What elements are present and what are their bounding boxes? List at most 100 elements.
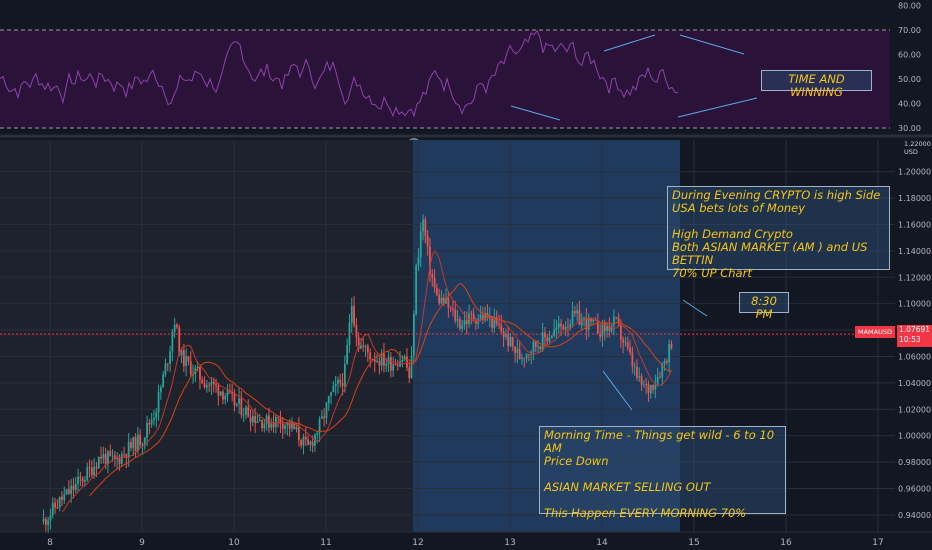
candle-body	[376, 360, 378, 362]
candle-body	[146, 422, 148, 438]
candle-body	[472, 314, 475, 320]
candle-body	[132, 437, 135, 448]
candle-body	[215, 384, 217, 386]
candle-body	[596, 320, 599, 334]
price-tick-label: 0.94000	[898, 511, 931, 520]
candle-body	[169, 351, 171, 364]
candle-body	[249, 417, 252, 423]
candle-body	[311, 441, 314, 446]
candle-body	[150, 419, 153, 425]
candle-body	[548, 337, 551, 342]
candle-body	[431, 273, 434, 278]
candle-body	[360, 345, 362, 349]
candle-body	[261, 419, 263, 429]
candle-body	[562, 326, 565, 330]
candle-body	[626, 342, 629, 348]
evening-note[interactable]: During Evening CRYPTO is high Side USA b…	[667, 186, 890, 280]
candle-body	[272, 423, 275, 428]
candle-body	[532, 341, 535, 353]
candle-body	[323, 416, 326, 419]
candle-body	[325, 402, 328, 419]
candle-body	[235, 403, 238, 406]
candle-body	[624, 342, 627, 344]
candle-body	[534, 341, 537, 348]
candle-body	[642, 384, 645, 385]
candle-body	[560, 323, 562, 327]
candle-body	[341, 382, 344, 387]
candle-body	[449, 307, 452, 309]
candle-body	[56, 507, 59, 509]
candle-body	[638, 376, 641, 378]
candle-body	[447, 298, 450, 308]
candle-body	[396, 365, 399, 367]
candle-body	[187, 356, 190, 362]
time-tick-label: 11	[320, 538, 331, 548]
candle-body	[567, 326, 569, 328]
candle-body	[104, 453, 107, 465]
candle-body	[51, 502, 54, 516]
candle-body	[454, 309, 457, 321]
price-tick-label: 1.14000	[898, 247, 931, 256]
candle-body	[461, 324, 464, 329]
candle-body	[61, 496, 63, 500]
candle-body	[65, 489, 68, 495]
candle-body	[240, 398, 243, 415]
candle-body	[238, 398, 240, 404]
candle-body	[636, 366, 638, 378]
oscillator-tick-label: 80.00	[898, 2, 921, 11]
oscillator-tick-label: 70.00	[898, 26, 921, 35]
time-label-note[interactable]: 8:30 PM	[739, 292, 789, 321]
candle-body	[95, 466, 98, 469]
candle-body	[569, 324, 572, 328]
oscillator-tick-label: 40.00	[898, 100, 921, 109]
candle-body	[284, 425, 286, 429]
price-tick-label: 1.06000	[898, 352, 931, 361]
candle-body	[521, 357, 523, 360]
candle-body	[173, 324, 176, 332]
candle-body	[120, 454, 123, 464]
candle-body	[102, 453, 105, 459]
candle-body	[458, 319, 461, 329]
time-tick-label: 12	[412, 538, 423, 548]
candle-body	[527, 354, 530, 355]
candle-body	[633, 366, 636, 368]
candle-body	[417, 257, 420, 266]
candle-body	[254, 416, 257, 423]
candle-body	[401, 359, 404, 362]
price-axis-label: 1.22000 USD	[904, 140, 931, 156]
candle-body	[302, 436, 305, 446]
candle-body	[118, 457, 121, 464]
candle-body	[318, 418, 321, 434]
candle-body	[433, 277, 436, 288]
candle-body	[603, 322, 606, 332]
candle-body	[369, 352, 372, 360]
candle-body	[631, 352, 634, 367]
candle-body	[422, 219, 424, 232]
candle-body	[578, 310, 581, 326]
left-shade	[0, 140, 413, 532]
candle-body	[410, 355, 413, 378]
time-tick-label: 13	[504, 538, 515, 548]
candle-body	[109, 451, 112, 456]
time-and-winning-note[interactable]: TIME AND WINNING	[761, 70, 872, 99]
candle-body	[385, 363, 388, 366]
candle-body	[619, 323, 622, 340]
candle-body	[610, 325, 613, 332]
price-tick-label: 1.04000	[898, 379, 931, 388]
candle-body	[141, 443, 144, 446]
candle-body	[424, 219, 427, 237]
candle-body	[507, 333, 510, 347]
candle-body	[116, 457, 119, 460]
candle-body	[362, 345, 365, 347]
candle-body	[251, 416, 254, 423]
candle-body	[148, 422, 151, 425]
candle-body	[74, 483, 77, 490]
price-tick-label: 0.98000	[898, 458, 931, 467]
candle-body	[456, 319, 459, 321]
candle-body	[659, 377, 661, 378]
time-tick-label: 14	[596, 538, 608, 548]
candle-body	[143, 437, 146, 444]
morning-note[interactable]: Morning Time - Things get wild - 6 to 10…	[539, 426, 786, 520]
price-tick-label: 1.10000	[898, 300, 931, 309]
candle-body	[44, 519, 47, 525]
